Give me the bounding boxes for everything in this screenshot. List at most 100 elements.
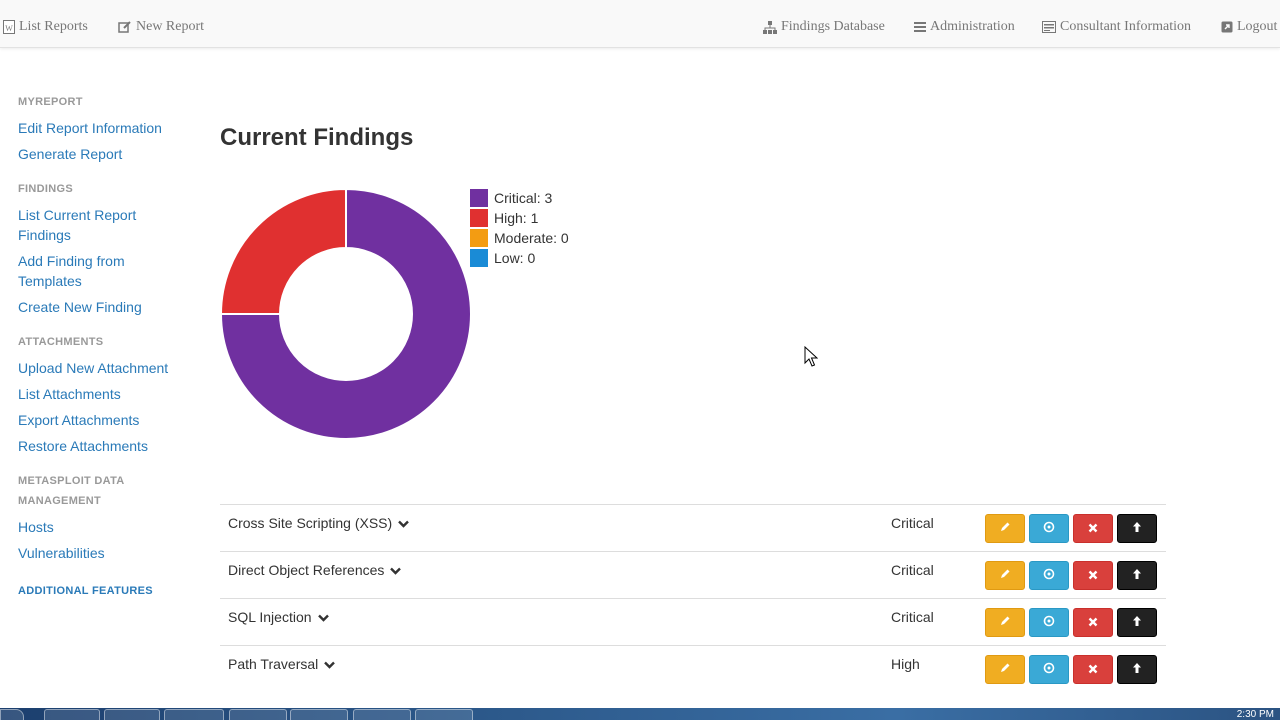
x-icon xyxy=(1088,614,1098,632)
nav-consultant-information[interactable]: Consultant Information xyxy=(1042,18,1191,36)
edit-finding-button[interactable] xyxy=(985,514,1025,543)
word-doc-icon: W xyxy=(3,20,15,34)
view-finding-button[interactable] xyxy=(1029,561,1069,590)
delete-finding-button[interactable] xyxy=(1073,514,1113,543)
pencil-icon xyxy=(999,520,1011,538)
legend-item-critical: Critical: 3 xyxy=(470,189,552,207)
upload-finding-button[interactable] xyxy=(1117,608,1157,637)
sidebar-item-restore-attachments[interactable]: Restore Attachments xyxy=(18,436,148,456)
upload-finding-button[interactable] xyxy=(1117,514,1157,543)
nav-list-reports[interactable]: W List Reports xyxy=(3,18,88,36)
taskbar-button[interactable] xyxy=(104,709,160,720)
sidebar-heading-metasploit-line-2: MANAGEMENT xyxy=(18,495,102,507)
delete-finding-button[interactable] xyxy=(1073,561,1113,590)
nav-findings-database-label: Findings Database xyxy=(781,19,885,34)
nav-logout-label: Logout xyxy=(1237,19,1278,34)
legend-swatch xyxy=(470,189,488,207)
finding-severity: Critical xyxy=(891,562,934,578)
view-finding-button[interactable] xyxy=(1029,655,1069,684)
circle-dot-icon xyxy=(1043,614,1055,632)
nav-consultant-information-label: Consultant Information xyxy=(1060,19,1192,34)
table-row: Path Traversal High xyxy=(220,645,1166,692)
pencil-icon xyxy=(999,567,1011,585)
sidebar-item-vulnerabilities[interactable]: Vulnerabilities xyxy=(18,543,105,563)
legend-label: Low: 0 xyxy=(494,250,536,266)
id-card-icon xyxy=(1042,21,1056,33)
x-icon xyxy=(1088,520,1098,538)
finding-title: SQL Injection xyxy=(228,609,312,625)
sidebar-item-hosts[interactable]: Hosts xyxy=(18,517,54,537)
nav-findings-database[interactable]: Findings Database xyxy=(763,18,885,36)
taskbar-button[interactable] xyxy=(164,709,224,720)
finding-title: Cross Site Scripting (XSS) xyxy=(228,515,393,531)
x-icon xyxy=(1088,661,1098,679)
sitemap-icon xyxy=(763,20,777,34)
taskbar-button[interactable] xyxy=(290,709,348,720)
delete-finding-button[interactable] xyxy=(1073,655,1113,684)
sidebar-heading-findings: FINDINGS xyxy=(18,183,73,195)
sidebar-heading-myreport: MYREPORT xyxy=(18,96,83,108)
arrow-up-icon xyxy=(1132,567,1142,585)
sidebar-item-list-current-report-findings[interactable]: List Current Report Findings xyxy=(18,205,136,245)
nav-administration[interactable]: Administration xyxy=(914,18,1015,36)
arrow-up-icon xyxy=(1132,520,1142,538)
view-finding-button[interactable] xyxy=(1029,608,1069,637)
donut-slice-high xyxy=(220,188,347,315)
chevron-down-icon xyxy=(317,609,329,625)
finding-title-toggle[interactable]: Cross Site Scripting (XSS) xyxy=(228,515,410,531)
sidebar-item-additional-features[interactable]: ADDITIONAL FEATURES xyxy=(18,581,153,601)
taskbar-button[interactable] xyxy=(353,709,411,720)
legend-label: Critical: 3 xyxy=(494,190,553,206)
chevron-down-icon xyxy=(398,515,410,531)
sidebar-item-edit-report-information[interactable]: Edit Report Information xyxy=(18,118,162,138)
edit-finding-button[interactable] xyxy=(985,608,1025,637)
taskbar-clock: 2:30 PM xyxy=(1236,709,1274,720)
taskbar-button[interactable] xyxy=(415,709,473,720)
table-row: Cross Site Scripting (XSS) Critical xyxy=(220,504,1166,551)
page-title: Current Findings xyxy=(220,124,414,151)
legend-swatch xyxy=(470,229,488,247)
sidebar-item-list-attachments[interactable]: List Attachments xyxy=(18,384,121,404)
edit-finding-button[interactable] xyxy=(985,561,1025,590)
sidebar-item-create-new-finding[interactable]: Create New Finding xyxy=(18,297,142,317)
pencil-icon xyxy=(999,614,1011,632)
finding-severity: Critical xyxy=(891,609,934,625)
start-button[interactable] xyxy=(0,709,24,720)
view-finding-button[interactable] xyxy=(1029,514,1069,543)
circle-dot-icon xyxy=(1043,661,1055,679)
taskbar-button[interactable] xyxy=(44,709,100,720)
legend-label: High: 1 xyxy=(494,210,539,226)
taskbar-button[interactable] xyxy=(229,709,287,720)
edit-icon xyxy=(118,20,132,34)
sidebar-heading-attachments: ATTACHMENTS xyxy=(18,336,104,348)
sidebar-item-label-line-1: Add Finding from xyxy=(18,253,125,269)
nav-list-reports-label: List Reports xyxy=(19,19,88,34)
nav-new-report[interactable]: New Report xyxy=(118,18,204,36)
sidebar-item-label-line-1: List Current Report xyxy=(18,207,137,223)
delete-finding-button[interactable] xyxy=(1073,608,1113,637)
upload-finding-button[interactable] xyxy=(1117,655,1157,684)
upload-finding-button[interactable] xyxy=(1117,561,1157,590)
sidebar-heading-metasploit-line-1: METASPLOIT DATA xyxy=(18,475,125,487)
sidebar-item-generate-report[interactable]: Generate Report xyxy=(18,144,122,164)
sidebar-item-upload-new-attachment[interactable]: Upload New Attachment xyxy=(18,358,168,378)
sidebar-item-export-attachments[interactable]: Export Attachments xyxy=(18,410,139,430)
finding-title-toggle[interactable]: SQL Injection xyxy=(228,609,329,625)
nav-administration-label: Administration xyxy=(930,19,1015,34)
findings-donut-chart xyxy=(220,188,472,440)
legend-item-moderate: Moderate: 0 xyxy=(470,229,569,247)
finding-title-toggle[interactable]: Direct Object References xyxy=(228,562,402,578)
finding-title: Path Traversal xyxy=(228,656,319,672)
mouse-cursor-icon xyxy=(804,345,819,373)
legend-item-low: Low: 0 xyxy=(470,249,535,267)
finding-title-toggle[interactable]: Path Traversal xyxy=(228,656,336,672)
sidebar-item-add-finding-from-templates[interactable]: Add Finding from Templates xyxy=(18,251,125,291)
sidebar-item-label-line-2: Findings xyxy=(18,227,71,243)
sidebar-item-label-line-2: Templates xyxy=(18,273,82,289)
nav-logout[interactable]: Logout xyxy=(1221,18,1277,36)
edit-finding-button[interactable] xyxy=(985,655,1025,684)
finding-severity: Critical xyxy=(891,515,934,531)
finding-title: Direct Object References xyxy=(228,562,385,578)
arrow-up-icon xyxy=(1132,661,1142,679)
chevron-down-icon xyxy=(324,656,336,672)
